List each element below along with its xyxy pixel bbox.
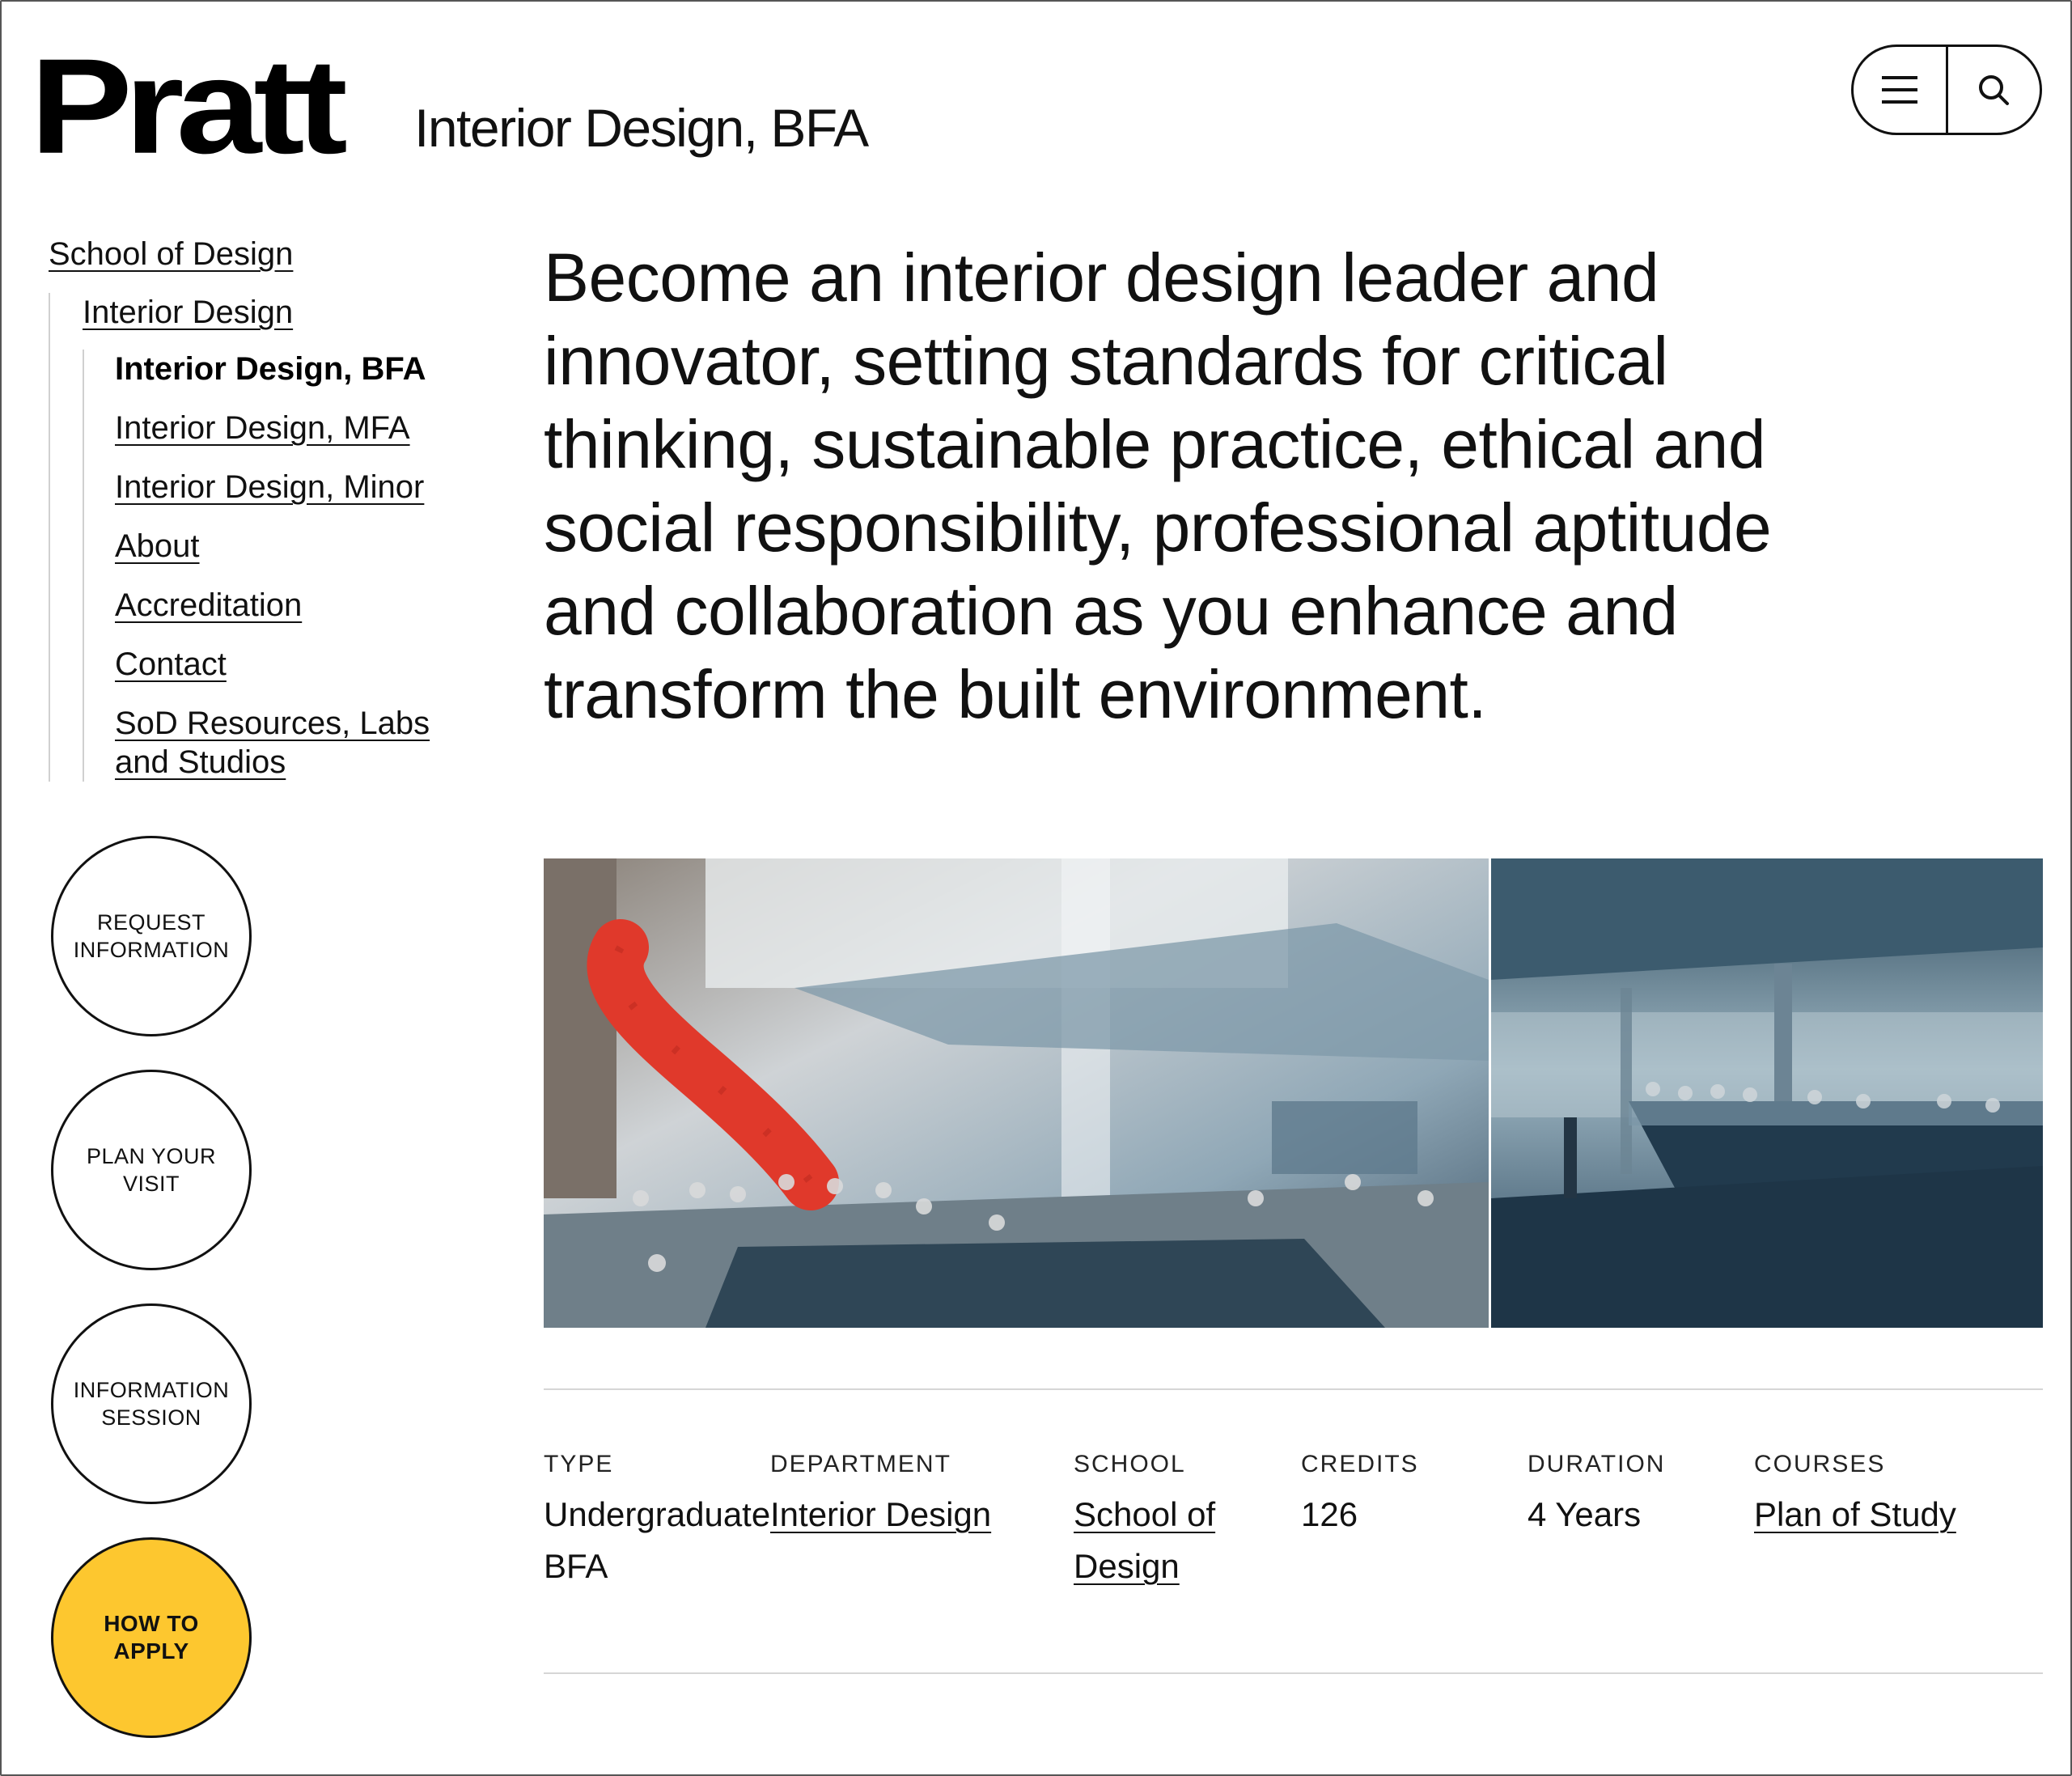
meta-type-label: TYPE <box>544 1451 614 1477</box>
meta-type-degree: BFA <box>544 1547 608 1585</box>
nav-interior-design-mfa[interactable]: Interior Design, MFA <box>115 409 469 447</box>
meta-credits: CREDITS 126 <box>1301 1448 1511 1541</box>
page-title: Interior Design, BFA <box>414 98 869 158</box>
request-information-button[interactable]: REQUEST INFORMATION <box>51 836 252 1036</box>
nav-about[interactable]: About <box>115 527 469 566</box>
meta-courses: COURSES Plan of Study <box>1754 1448 2029 1541</box>
plan-your-visit-button[interactable]: PLAN YOUR VISIT <box>51 1070 252 1270</box>
meta-school: SCHOOL School of Design <box>1074 1448 1268 1592</box>
nav-program-group: Interior Design, BFA Interior Design, MF… <box>83 350 469 782</box>
student-rendering-image-blue-pool <box>1491 858 2043 1328</box>
meta-type-value: Undergraduate BFA <box>544 1489 770 1592</box>
menu-button[interactable] <box>1854 47 1946 133</box>
divider-bottom <box>544 1672 2043 1674</box>
how-to-apply-button[interactable]: HOW TO APPLY <box>51 1537 252 1738</box>
meta-credits-value: 126 <box>1301 1495 1358 1533</box>
search-button[interactable] <box>1945 47 2040 133</box>
meta-type: TYPE Undergraduate BFA <box>544 1448 770 1592</box>
student-rendering-image-pool-atrium <box>544 858 1489 1328</box>
meta-department-label: DEPARTMENT <box>770 1451 951 1477</box>
meta-department: DEPARTMENT Interior Design <box>770 1448 1061 1541</box>
nav-interior-design-minor[interactable]: Interior Design, Minor <box>115 468 469 507</box>
meta-school-link[interactable]: School of Design <box>1074 1495 1215 1585</box>
section-nav: School of Design Interior Design Interio… <box>49 235 469 782</box>
information-session-button[interactable]: INFORMATION SESSION <box>51 1303 252 1504</box>
nav-current-page: Interior Design, BFA <box>115 351 426 387</box>
hamburger-menu-icon <box>1881 76 1917 104</box>
plan-of-study-link[interactable]: Plan of Study <box>1754 1495 1956 1533</box>
meta-duration-value: 4 Years <box>1528 1495 1642 1533</box>
nav-accreditation[interactable]: Accreditation <box>115 586 469 625</box>
nav-department-group: Interior Design Interior Design, BFA Int… <box>49 293 469 782</box>
nav-interior-design[interactable]: Interior Design <box>83 293 469 332</box>
meta-department-link[interactable]: Interior Design <box>770 1495 991 1533</box>
search-icon <box>1979 75 2010 105</box>
header-controls <box>1851 45 2042 135</box>
nav-contact[interactable]: Contact <box>115 645 469 684</box>
meta-duration: DURATION 4 Years <box>1528 1448 1738 1541</box>
meta-duration-label: DURATION <box>1528 1451 1666 1477</box>
divider-top <box>544 1388 2043 1390</box>
pratt-logo[interactable]: Pratt <box>30 39 348 174</box>
meta-type-level: Undergraduate <box>544 1495 771 1533</box>
meta-courses-label: COURSES <box>1754 1451 1886 1477</box>
nav-school-of-design[interactable]: School of Design <box>49 235 469 273</box>
hero-statement: Become an interior design leader and inn… <box>544 239 1772 732</box>
nav-sod-resources[interactable]: SoD Resources, Labs and Studios <box>115 704 455 782</box>
meta-school-label: SCHOOL <box>1074 1451 1186 1477</box>
meta-credits-label: CREDITS <box>1301 1451 1419 1477</box>
